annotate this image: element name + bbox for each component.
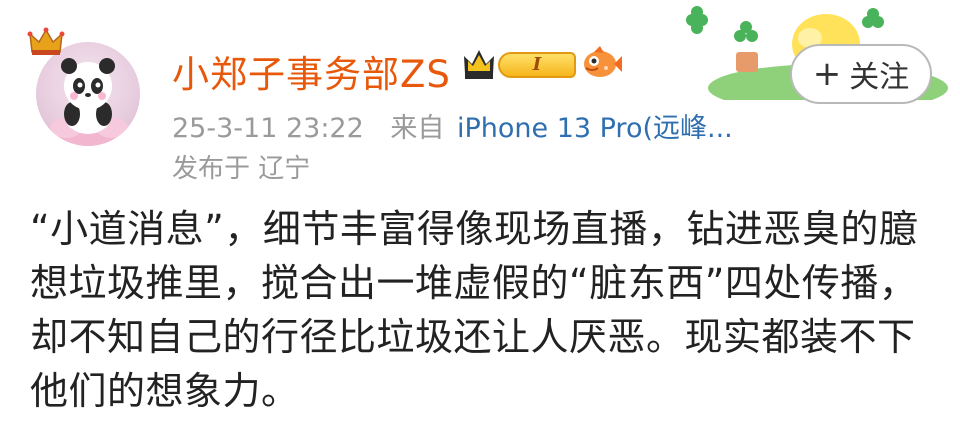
post-time: 25-3-11 23:22 bbox=[172, 113, 364, 144]
post-location: 发布于 辽宁 bbox=[172, 154, 311, 184]
plus-icon: + bbox=[812, 54, 842, 94]
follow-button[interactable]: + 关注 bbox=[790, 44, 932, 104]
username[interactable]: 小郑子事务部ZS bbox=[172, 44, 451, 98]
weibo-post: 小郑子事务部ZS I 25-3-11 23:22 来自 iPhone 13 Pr… bbox=[0, 0, 960, 424]
fish-icon[interactable] bbox=[580, 44, 622, 82]
crown-icon bbox=[26, 22, 66, 62]
avatar[interactable] bbox=[24, 22, 144, 146]
post-meta: 25-3-11 23:22 来自 iPhone 13 Pro(远峰... bbox=[172, 106, 733, 145]
follow-label: 关注 bbox=[849, 60, 910, 95]
source-label: 来自 bbox=[390, 113, 445, 144]
source-device-link[interactable]: iPhone 13 Pro(远峰... bbox=[457, 113, 733, 144]
level-badge[interactable]: I bbox=[498, 52, 576, 78]
post-text: “小道消息”，细节丰富得像现场直播，钻进恶臭的臆想垃圾推里，搅合出一堆虚假的“脏… bbox=[30, 207, 918, 413]
vip-crown-icon[interactable] bbox=[462, 44, 496, 82]
